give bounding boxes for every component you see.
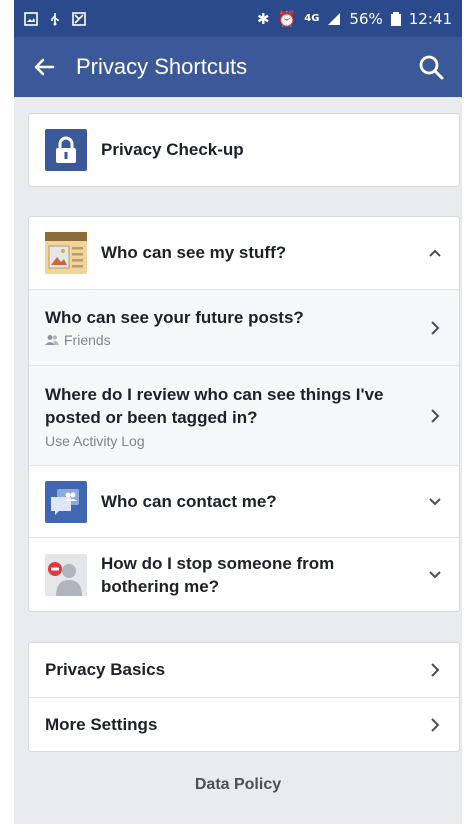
back-button[interactable] [30,53,58,81]
network-label: 4G [304,13,320,24]
alarm-icon: ⏰ [277,9,297,28]
search-icon [419,55,444,80]
signal-icon [328,12,341,25]
contact-icon [45,480,87,523]
chevron-right-icon [431,408,440,423]
activity-log-row[interactable]: Where do I review who can see things I'v… [29,365,459,465]
newsfeed-icon [45,232,87,274]
who-can-see-label: Who can see my stuff? [101,243,287,262]
search-button[interactable] [416,52,446,82]
app-bar: Privacy Shortcuts [14,37,462,97]
privacy-checkup-card: Privacy Check-up [28,113,460,187]
who-can-contact-label: Who can contact me? [101,491,277,511]
chevron-down-icon [429,497,441,505]
usb-icon [51,12,59,25]
who-can-see-header[interactable]: Who can see my stuff? [29,217,459,289]
privacy-basics-row[interactable]: Privacy Basics [29,643,459,697]
clock: 12:41 [408,9,452,28]
friends-icon [45,334,59,345]
privacy-shortcuts-card: Who can see my stuff? Who can see your f… [28,216,460,612]
sync-icon [72,11,86,26]
status-bar: ✱ ⏰ 4G 56% 12:41 [14,0,462,37]
settings-card: Privacy Basics More Settings [28,642,460,752]
lock-icon [45,129,87,171]
future-posts-title: Who can see your future posts? [45,307,304,327]
activity-log-title: Where do I review who can see things I'v… [45,384,384,427]
chevron-up-icon [429,249,441,257]
stop-bothering-row[interactable]: How do I stop someone from bothering me? [29,537,459,611]
data-policy-link[interactable]: Data Policy [14,776,462,794]
gallery-icon [24,11,38,26]
block-user-icon [45,553,87,596]
more-settings-row[interactable]: More Settings [29,697,459,751]
bluetooth-icon: ✱ [256,9,270,28]
chevron-right-icon [431,663,440,677]
stop-bothering-label: How do I stop someone from bothering me? [101,553,335,596]
chevron-down-icon [429,570,441,578]
battery-icon [390,11,401,26]
activity-log-subtitle: Use Activity Log [45,432,145,449]
chevron-right-icon [431,320,440,335]
future-posts-row[interactable]: Who can see your future posts? Friends [29,289,459,365]
privacy-checkup-label: Privacy Check-up [101,140,244,159]
page-title: Privacy Shortcuts [76,54,248,79]
future-posts-audience: Friends [64,331,111,348]
privacy-checkup-row[interactable]: Privacy Check-up [29,114,459,186]
more-settings-label: More Settings [45,714,158,734]
who-can-contact-row[interactable]: Who can contact me? [29,465,459,537]
back-arrow-icon [34,58,55,76]
privacy-basics-label: Privacy Basics [45,660,166,679]
battery-percent: 56% [349,9,383,28]
chevron-right-icon [431,717,440,732]
phone-screen: ✱ ⏰ 4G 56% 12:41 Privacy Shortcuts Priva… [14,0,462,824]
